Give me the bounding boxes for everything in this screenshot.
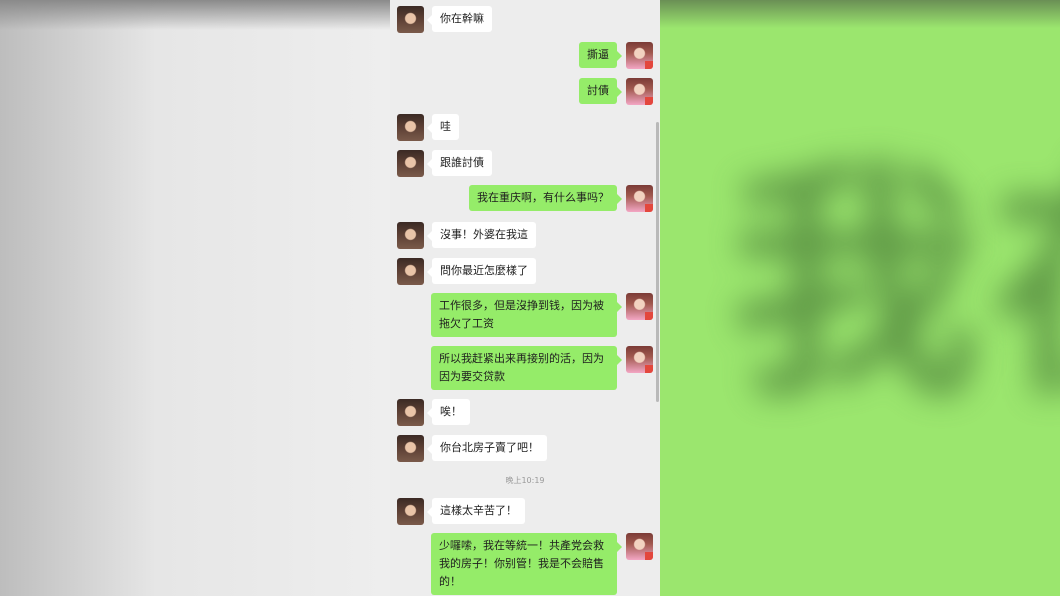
incoming-message-bubble[interactable]: 你在幹嘛	[427, 6, 492, 32]
self-avatar[interactable]	[626, 42, 653, 69]
outgoing-message-bubble[interactable]: 少囉嗦，我在等統一！共產党会救我的房子！你别管！我是不会賠售的！	[431, 533, 622, 595]
chat-panel: 你在幹嘛 撕逼 討債 哇 跟誰討債 我在重庆啊，有什么事吗？ 沒事！外婆在我這 …	[390, 0, 660, 596]
message-timestamp: 晚上10:19	[505, 476, 545, 485]
self-avatar[interactable]	[626, 346, 653, 373]
outgoing-message-bubble[interactable]: 所以我赶紧出来再接别的活，因为因为要交贷款	[431, 346, 622, 390]
self-avatar[interactable]	[626, 293, 653, 320]
incoming-message-bubble[interactable]: 哇	[427, 114, 459, 140]
contact-avatar[interactable]	[397, 114, 424, 141]
contact-avatar[interactable]	[397, 435, 424, 462]
outgoing-message-bubble[interactable]: 討債	[579, 78, 622, 104]
incoming-message-bubble[interactable]: 沒事！外婆在我這	[427, 222, 536, 248]
outgoing-message-bubble[interactable]: 工作很多，但是沒挣到钱，因为被拖欠了工资	[431, 293, 622, 337]
contact-avatar[interactable]	[397, 6, 424, 33]
outgoing-message-bubble[interactable]: 撕逼	[579, 42, 622, 68]
self-avatar[interactable]	[626, 185, 653, 212]
blurred-char-1: 我	[730, 139, 980, 430]
outgoing-message-bubble[interactable]: 我在重庆啊，有什么事吗？	[469, 185, 622, 211]
self-avatar[interactable]	[626, 533, 653, 560]
contact-avatar[interactable]	[397, 258, 424, 285]
contact-avatar[interactable]	[397, 150, 424, 177]
incoming-message-bubble[interactable]: 唉！	[427, 399, 470, 425]
contact-avatar[interactable]	[397, 498, 424, 525]
self-avatar[interactable]	[626, 78, 653, 105]
incoming-message-bubble[interactable]: 跟誰討債	[427, 150, 492, 176]
chat-scrollbar[interactable]	[656, 122, 659, 402]
contact-avatar[interactable]	[397, 222, 424, 249]
blurred-background-left	[0, 0, 390, 596]
blurred-char-2: 在	[990, 160, 1060, 410]
incoming-message-bubble[interactable]: 你台北房子賣了吧！	[427, 435, 547, 461]
blurred-background-right: 我 在	[660, 0, 1060, 596]
contact-avatar[interactable]	[397, 399, 424, 426]
incoming-message-bubble[interactable]: 這樣太辛苦了！	[427, 498, 525, 524]
incoming-message-bubble[interactable]: 問你最近怎麼樣了	[427, 258, 536, 284]
